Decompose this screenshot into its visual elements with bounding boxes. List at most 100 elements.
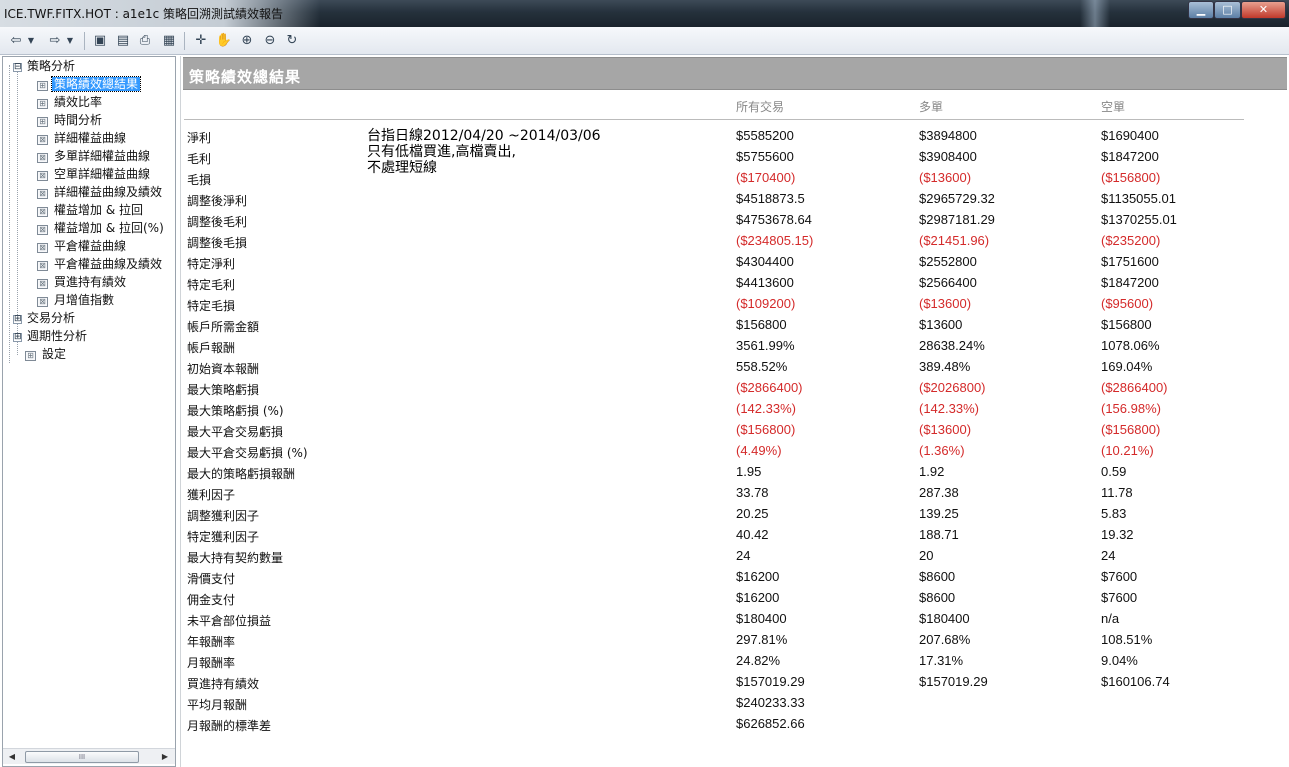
tree-node-summary[interactable]: ⊞ 策略績效總結果 bbox=[37, 76, 142, 93]
row-label: 初始資本報酬 bbox=[187, 362, 260, 376]
row-label: 帳戶所需金額 bbox=[187, 320, 260, 334]
forward-dropdown-icon[interactable]: ▼ bbox=[65, 32, 75, 50]
row-label: 調整後淨利 bbox=[187, 194, 248, 208]
cell-all: 33.78 bbox=[736, 485, 769, 500]
row-label: 調整後毛利 bbox=[187, 215, 248, 229]
crosshair-icon[interactable]: ✛ bbox=[192, 32, 210, 50]
tree-horizontal-scrollbar[interactable]: ◀ III ▶ bbox=[3, 748, 175, 764]
tree-node-closed-equity-performance[interactable]: ⊠ 平倉權益曲線及績效 bbox=[37, 256, 164, 273]
chart-icon: ⊠ bbox=[37, 189, 48, 199]
cell-long: 1.92 bbox=[919, 464, 945, 479]
cell-long: $157019.29 bbox=[919, 674, 988, 689]
cell-short: (10.21%) bbox=[1101, 443, 1154, 458]
row-label: 最大平倉交易虧損 bbox=[187, 425, 284, 439]
tree-node-monthly-index[interactable]: ⊠ 月增值指數 bbox=[37, 292, 116, 309]
cell-all: $4753678.64 bbox=[736, 212, 812, 227]
cell-short: $156800 bbox=[1101, 317, 1152, 332]
chart-icon: ⊠ bbox=[37, 225, 48, 235]
row-label: 平均月報酬 bbox=[187, 698, 248, 712]
cell-long: 20 bbox=[919, 548, 934, 563]
cell-short: ($235200) bbox=[1101, 233, 1161, 248]
tree-node-trade-analysis[interactable]: ⊞ 交易分析 bbox=[13, 310, 77, 327]
cell-all: $16200 bbox=[736, 590, 780, 605]
cell-short: 108.51% bbox=[1101, 632, 1153, 647]
row-label: 調整獲利因子 bbox=[187, 509, 260, 523]
tree-node-buy-hold[interactable]: ⊠ 買進持有績效 bbox=[37, 274, 128, 291]
cell-long: (142.33%) bbox=[919, 401, 979, 416]
tree-node-periodic-analysis[interactable]: ⊞ 週期性分析 bbox=[13, 328, 89, 345]
cell-long: ($13600) bbox=[919, 170, 972, 185]
chart-icon: ⊠ bbox=[37, 153, 48, 163]
cell-all: ($2866400) bbox=[736, 380, 803, 395]
tree-node-long-equity-curve[interactable]: ⊠ 多單詳細權益曲線 bbox=[37, 148, 152, 165]
cell-short: 5.83 bbox=[1101, 506, 1127, 521]
cell-long: 188.71 bbox=[919, 527, 959, 542]
report-title: 策略績效總結果 bbox=[189, 68, 302, 86]
row-label: 月報酬率 bbox=[187, 656, 236, 670]
cell-short: ($156800) bbox=[1101, 170, 1161, 185]
cell-short: 11.78 bbox=[1101, 485, 1133, 500]
cell-all: $4413600 bbox=[736, 275, 794, 290]
tree-node-strategy-analysis[interactable]: ⊟ 策略分析 bbox=[13, 58, 77, 75]
close-button[interactable]: ✕ bbox=[1241, 1, 1286, 19]
row-label: 毛損 bbox=[187, 173, 212, 187]
column-header-short: 空單 bbox=[1101, 100, 1126, 114]
cell-short: $1135055.01 bbox=[1101, 191, 1176, 206]
row-label: 未平倉部位損益 bbox=[187, 614, 272, 628]
cell-all: $4518873.5 bbox=[736, 191, 805, 206]
cell-all: ($109200) bbox=[736, 296, 796, 311]
layout-icon[interactable]: ▦ bbox=[160, 32, 178, 50]
back-dropdown-icon[interactable]: ▼ bbox=[26, 32, 36, 50]
print-icon[interactable]: ⎙ bbox=[136, 32, 154, 50]
cell-all: $4304400 bbox=[736, 254, 794, 269]
cell-short: ($156800) bbox=[1101, 422, 1161, 437]
hand-icon[interactable]: ✋ bbox=[215, 32, 233, 50]
maximize-button[interactable]: □ bbox=[1214, 1, 1241, 19]
tree-node-equity-runup-drawdown-pct[interactable]: ⊠ 權益增加 & 拉回(%) bbox=[37, 220, 166, 237]
cell-long: 28638.24% bbox=[919, 338, 985, 353]
scroll-left-icon[interactable]: ◀ bbox=[6, 751, 18, 763]
column-header-long: 多單 bbox=[919, 100, 944, 114]
header-divider bbox=[184, 119, 1244, 120]
scrollbar-thumb[interactable]: III bbox=[25, 751, 139, 763]
tree-node-ratios[interactable]: ⊞ 績效比率 bbox=[37, 94, 104, 111]
cell-short: $1370255.01 bbox=[1101, 212, 1177, 227]
cell-all: $16200 bbox=[736, 569, 780, 584]
cell-all: ($156800) bbox=[736, 422, 796, 437]
row-label: 毛利 bbox=[187, 152, 212, 166]
tree-node-equity-curve-performance[interactable]: ⊠ 詳細權益曲線及績效 bbox=[37, 184, 164, 201]
zoom-in-icon[interactable]: ⊕ bbox=[238, 32, 256, 50]
tree-node-short-equity-curve[interactable]: ⊠ 空單詳細權益曲線 bbox=[37, 166, 152, 183]
collapse-icon[interactable]: ⊟ bbox=[13, 63, 22, 72]
row-label: 最大策略虧損 (%) bbox=[187, 404, 284, 418]
back-icon[interactable]: ⇦ bbox=[7, 32, 25, 50]
tree-node-equity-runup-drawdown[interactable]: ⊠ 權益增加 & 拉回 bbox=[37, 202, 145, 219]
tree-guide-line bbox=[9, 65, 10, 363]
cell-all: ($170400) bbox=[736, 170, 796, 185]
column-header-all-trades: 所有交易 bbox=[736, 100, 785, 114]
tree-node-settings[interactable]: ⊞ 設定 bbox=[25, 346, 68, 363]
scroll-right-icon[interactable]: ▶ bbox=[159, 751, 171, 763]
cell-long: 389.48% bbox=[919, 359, 971, 374]
report-icon: ⊞ bbox=[37, 81, 48, 91]
cell-long: 287.38 bbox=[919, 485, 959, 500]
toolbar-separator bbox=[184, 32, 185, 50]
cell-all: $5755600 bbox=[736, 149, 794, 164]
expand-icon[interactable]: ⊞ bbox=[13, 333, 22, 342]
tree-node-equity-curve[interactable]: ⊠ 詳細權益曲線 bbox=[37, 130, 128, 147]
cell-short: 0.59 bbox=[1101, 464, 1127, 479]
navigation-tree: ⊟ 策略分析 ⊞ 策略績效總結果 ⊞ 績效比率 ⊞ 時間分析 ⊠ 詳細權益曲線 ⊠ 多單詳細… bbox=[2, 56, 176, 767]
cell-long: 207.68% bbox=[919, 632, 971, 647]
zoom-out-icon[interactable]: ⊖ bbox=[261, 32, 279, 50]
reset-view-icon[interactable]: ↻ bbox=[283, 32, 301, 50]
chart-icon: ⊠ bbox=[37, 171, 48, 181]
tree-node-time-analysis[interactable]: ⊞ 時間分析 bbox=[37, 112, 104, 129]
expand-icon[interactable]: ⊞ bbox=[13, 315, 22, 324]
cell-all: $5585200 bbox=[736, 128, 794, 143]
row-label: 特定獲利因子 bbox=[187, 530, 260, 544]
forward-icon[interactable]: ⇨ bbox=[46, 32, 64, 50]
tree-node-closed-equity-curve[interactable]: ⊠ 平倉權益曲線 bbox=[37, 238, 128, 255]
save-icon[interactable]: ▣ bbox=[91, 32, 109, 50]
minimize-button[interactable]: ▁ bbox=[1188, 1, 1214, 19]
preview-icon[interactable]: ▤ bbox=[114, 32, 132, 50]
